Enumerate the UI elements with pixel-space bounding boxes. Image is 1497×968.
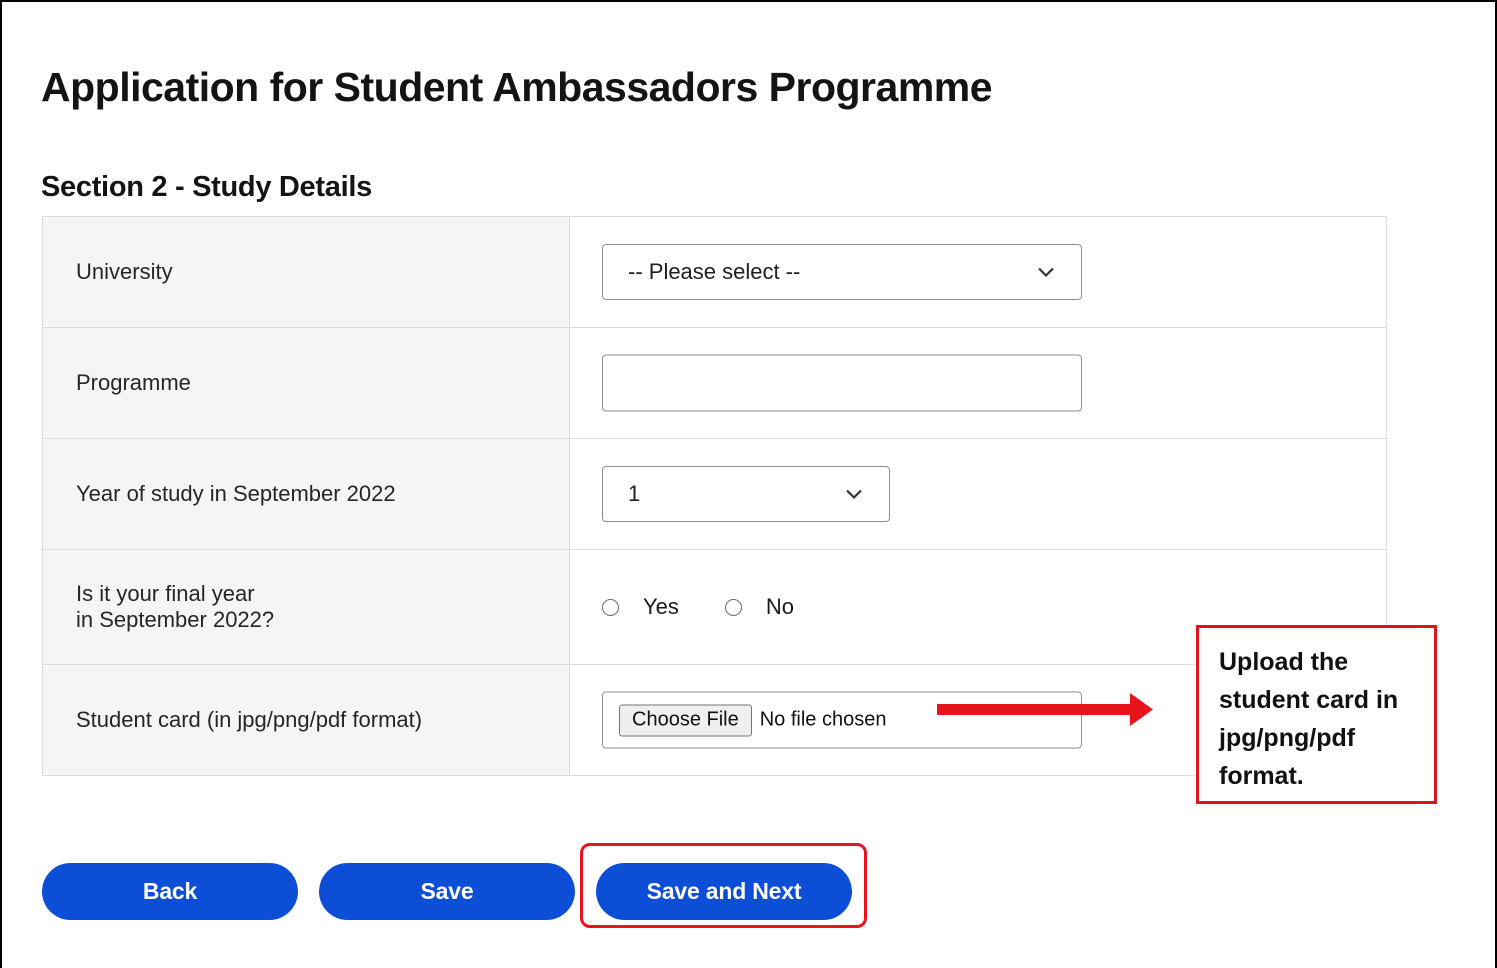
radio-yes-label: Yes bbox=[643, 594, 679, 619]
final-year-label-line1: Is it your final year bbox=[76, 581, 255, 606]
file-status-text: No file chosen bbox=[759, 708, 887, 731]
university-select[interactable]: -- Please select -- bbox=[602, 244, 1082, 300]
save-button[interactable]: Save bbox=[319, 863, 575, 920]
choose-file-button[interactable]: Choose File bbox=[619, 704, 752, 736]
chevron-down-icon bbox=[1038, 267, 1054, 278]
year-of-study-select[interactable]: 1 bbox=[602, 466, 890, 522]
page-title: Application for Student Ambassadors Prog… bbox=[41, 64, 993, 110]
university-row: University -- Please select -- bbox=[42, 216, 1387, 328]
callout-line: format. bbox=[1219, 762, 1304, 790]
arrow-right-icon bbox=[937, 693, 1153, 726]
radio-no-label: No bbox=[765, 594, 795, 619]
university-selected-value: -- Please select -- bbox=[628, 259, 801, 284]
upload-instruction-callout: Upload the student card in jpg/png/pdf f… bbox=[1196, 625, 1437, 804]
radio-button-no[interactable] bbox=[724, 598, 742, 616]
student-card-label: Student card (in jpg/png/pdf format) bbox=[42, 664, 570, 776]
university-label: University bbox=[42, 216, 570, 328]
callout-line: Upload the bbox=[1219, 648, 1349, 676]
section-title: Section 2 - Study Details bbox=[41, 171, 372, 203]
radio-yes[interactable]: Yes bbox=[602, 594, 679, 620]
final-year-label-line2: in September 2022? bbox=[76, 607, 275, 632]
programme-row: Programme bbox=[42, 327, 1387, 439]
callout-line: student card in bbox=[1219, 686, 1399, 714]
year-selected-value: 1 bbox=[628, 481, 641, 506]
final-year-radio-group: Yes No bbox=[602, 594, 840, 620]
chevron-down-icon bbox=[846, 489, 862, 500]
year-of-study-row: Year of study in September 2022 1 bbox=[42, 438, 1387, 550]
radio-button-yes[interactable] bbox=[602, 598, 619, 616]
final-year-label: Is it your final year in September 2022? bbox=[42, 549, 570, 665]
student-card-row: Student card (in jpg/png/pdf format) Cho… bbox=[42, 664, 1387, 776]
radio-no[interactable]: No bbox=[724, 594, 795, 620]
study-details-form: University -- Please select -- Programme… bbox=[42, 216, 1387, 776]
programme-label: Programme bbox=[42, 327, 570, 439]
back-button[interactable]: Back bbox=[42, 863, 298, 920]
year-of-study-label: Year of study in September 2022 bbox=[42, 438, 570, 550]
programme-input[interactable] bbox=[602, 354, 1082, 412]
final-year-row: Is it your final year in September 2022?… bbox=[42, 549, 1387, 665]
callout-line: jpg/png/pdf bbox=[1219, 724, 1356, 752]
save-and-next-highlight bbox=[580, 843, 867, 928]
